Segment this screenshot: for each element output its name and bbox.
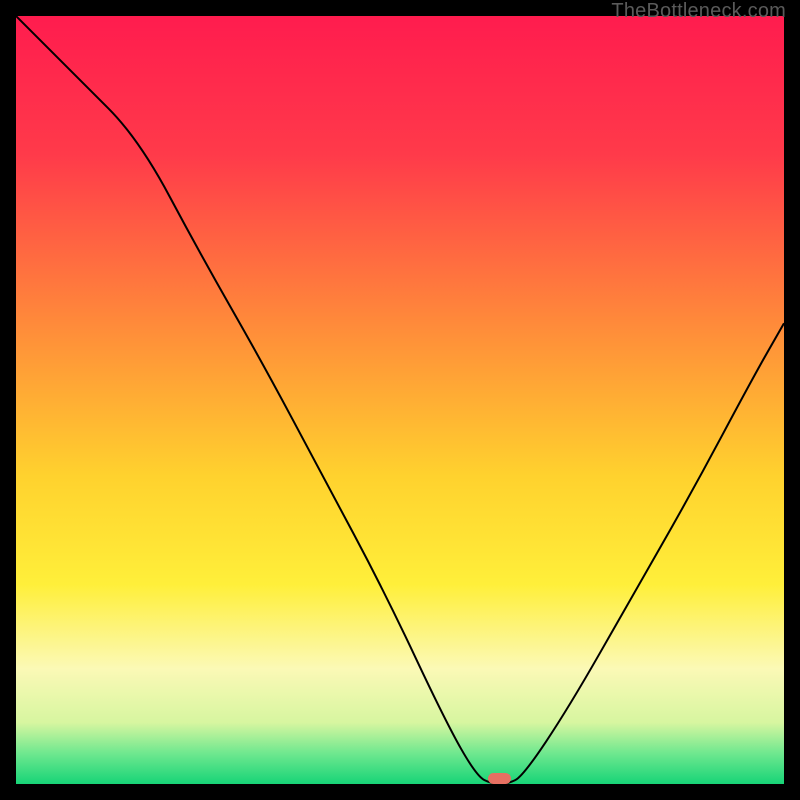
- chart-plot-area: [16, 16, 784, 784]
- chart-stage: TheBottleneck.com: [0, 0, 800, 800]
- bottleneck-curve: [16, 16, 784, 784]
- sweet-spot-marker: [488, 773, 511, 784]
- watermark-text: TheBottleneck.com: [611, 0, 786, 23]
- bottleneck-curve-path: [16, 16, 784, 784]
